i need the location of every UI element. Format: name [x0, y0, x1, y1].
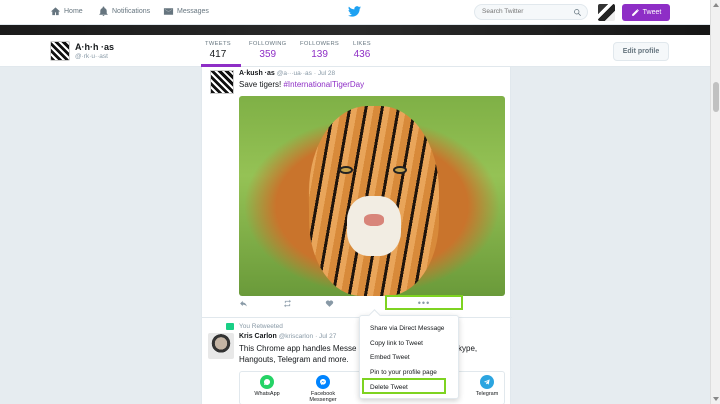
edit-profile-button[interactable]: Edit profile: [613, 42, 669, 61]
profile-name: A·h·h ·as: [75, 42, 114, 52]
retweet-author-name[interactable]: Kris Carlon: [239, 333, 277, 340]
retweeted-icon: [226, 323, 234, 330]
retweet-icon: [284, 299, 291, 308]
tiger-eye-left: [339, 166, 353, 174]
tweet-author-handle[interactable]: @a···ua··as: [277, 70, 312, 77]
stat-followers-value: 139: [311, 49, 328, 60]
stat-likes-value: 436: [353, 49, 371, 60]
tweet-divider: [202, 317, 512, 318]
page-scrollbar[interactable]: [710, 0, 720, 404]
scroll-down-arrow-icon[interactable]: [713, 397, 719, 401]
reply-icon: [240, 300, 247, 307]
tweet-text: Save tigers! #InternationalTigerDay: [239, 80, 364, 89]
delete-tweet-highlight: [362, 378, 446, 394]
stat-followers-label: FOLLOWERS: [300, 41, 340, 47]
menu-copy-link[interactable]: Copy link to Tweet: [370, 340, 423, 347]
like-button[interactable]: [325, 299, 337, 311]
profile-nav-bar: A·h·h ·as @·rk·u··ast TWEETS 417 FOLLOWI…: [0, 35, 710, 67]
user-avatar[interactable]: [598, 4, 615, 21]
nav-home[interactable]: Home: [50, 6, 83, 17]
tiger-muzzle-shape: [347, 196, 401, 256]
stat-tweets-value: 417: [209, 49, 227, 60]
nav-notifications[interactable]: Notifications: [98, 6, 150, 17]
messenger-icon: [316, 375, 330, 389]
retweet-text-line1-end: kype,: [458, 344, 478, 353]
tweet-hashtag[interactable]: #InternationalTigerDay: [283, 80, 364, 89]
retweet-author[interactable]: Kris Carlon @kriscarlon · Jul 27: [239, 333, 336, 340]
scroll-up-arrow-icon[interactable]: [713, 3, 719, 7]
profile-handle: @·rk·u··ast: [75, 53, 108, 60]
nav-notifications-label: Notifications: [112, 8, 151, 15]
twitter-logo[interactable]: [348, 6, 361, 19]
retweet-date[interactable]: · Jul 27: [315, 333, 336, 340]
stat-following-value: 359: [259, 49, 277, 60]
whatsapp-icon: [260, 375, 274, 389]
tiger-eye-right: [393, 166, 407, 174]
share-telegram-label: Telegram: [475, 391, 499, 397]
home-icon: [50, 7, 61, 16]
search-box[interactable]: [474, 4, 588, 20]
stat-tweets[interactable]: TWEETS 417: [205, 41, 231, 60]
search-icon[interactable]: [573, 8, 582, 17]
reply-button[interactable]: [239, 299, 251, 311]
search-input[interactable]: [482, 8, 572, 15]
timeline: A·kush ·as @a···ua··as · Jul 28 Save tig…: [201, 67, 512, 404]
stat-likes[interactable]: LIKES 436: [353, 41, 371, 60]
stat-following[interactable]: FOLLOWING 359: [249, 41, 286, 60]
profile-avatar[interactable]: [50, 41, 70, 61]
retweet-author-handle[interactable]: @kriscarlon: [279, 333, 313, 340]
tiger-nose-shape: [364, 214, 384, 226]
tweet-author[interactable]: A·kush ·as @a···ua··as · Jul 28: [239, 70, 335, 77]
envelope-icon: [163, 8, 174, 15]
menu-pin-to-profile[interactable]: Pin to your profile page: [370, 369, 437, 376]
stat-likes-label: LIKES: [353, 41, 371, 47]
share-whatsapp[interactable]: WhatsApp: [249, 375, 285, 397]
stat-followers[interactable]: FOLLOWERS 139: [300, 41, 339, 60]
share-facebook-messenger-label: Facebook Messenger: [309, 391, 337, 404]
retweet-text-line2: Hangouts, Telegram and more.: [239, 355, 349, 364]
stat-following-label: FOLLOWING: [249, 41, 287, 47]
nav-messages[interactable]: Messages: [163, 6, 209, 17]
scroll-thumb[interactable]: [713, 82, 719, 112]
compose-icon: [631, 9, 639, 16]
nav-messages-label: Messages: [177, 8, 209, 15]
share-facebook-messenger[interactable]: Facebook Messenger: [305, 375, 341, 404]
retweeted-label: You Retweeted: [239, 323, 283, 330]
twitter-bird-icon: [348, 6, 361, 17]
retweet-text-line1: This Chrome app handles Messe: [239, 344, 357, 353]
nav-home-label: Home: [64, 8, 83, 15]
compose-tweet-button[interactable]: Tweet: [622, 4, 670, 21]
stat-tweets-label: TWEETS: [205, 41, 231, 47]
menu-share-via-dm[interactable]: Share via Direct Message: [370, 325, 444, 332]
bell-icon: [99, 6, 108, 17]
share-whatsapp-label: WhatsApp: [254, 391, 280, 397]
retweet-button[interactable]: [283, 299, 295, 311]
retweet-author-avatar[interactable]: [208, 333, 234, 359]
top-navigation-bar: Home Notifications Messages Tweet: [0, 0, 710, 25]
tweet-more-menu: Share via Direct Message Copy link to Tw…: [359, 315, 459, 399]
compose-tweet-label: Tweet: [642, 9, 662, 16]
share-telegram[interactable]: Telegram: [469, 375, 505, 397]
tweet-text-body: Save tigers!: [239, 80, 284, 89]
tweet-author-avatar[interactable]: [210, 70, 234, 94]
profile-banner: [0, 25, 710, 35]
tweet-date[interactable]: · Jul 28: [314, 70, 335, 77]
menu-embed-tweet[interactable]: Embed Tweet: [370, 354, 410, 361]
more-options-button[interactable]: •••: [385, 295, 463, 310]
heart-icon: [325, 300, 334, 307]
tweet-image-tiger[interactable]: [239, 96, 505, 296]
telegram-icon: [480, 375, 494, 389]
tweet-author-name[interactable]: A·kush ·as: [239, 70, 275, 77]
